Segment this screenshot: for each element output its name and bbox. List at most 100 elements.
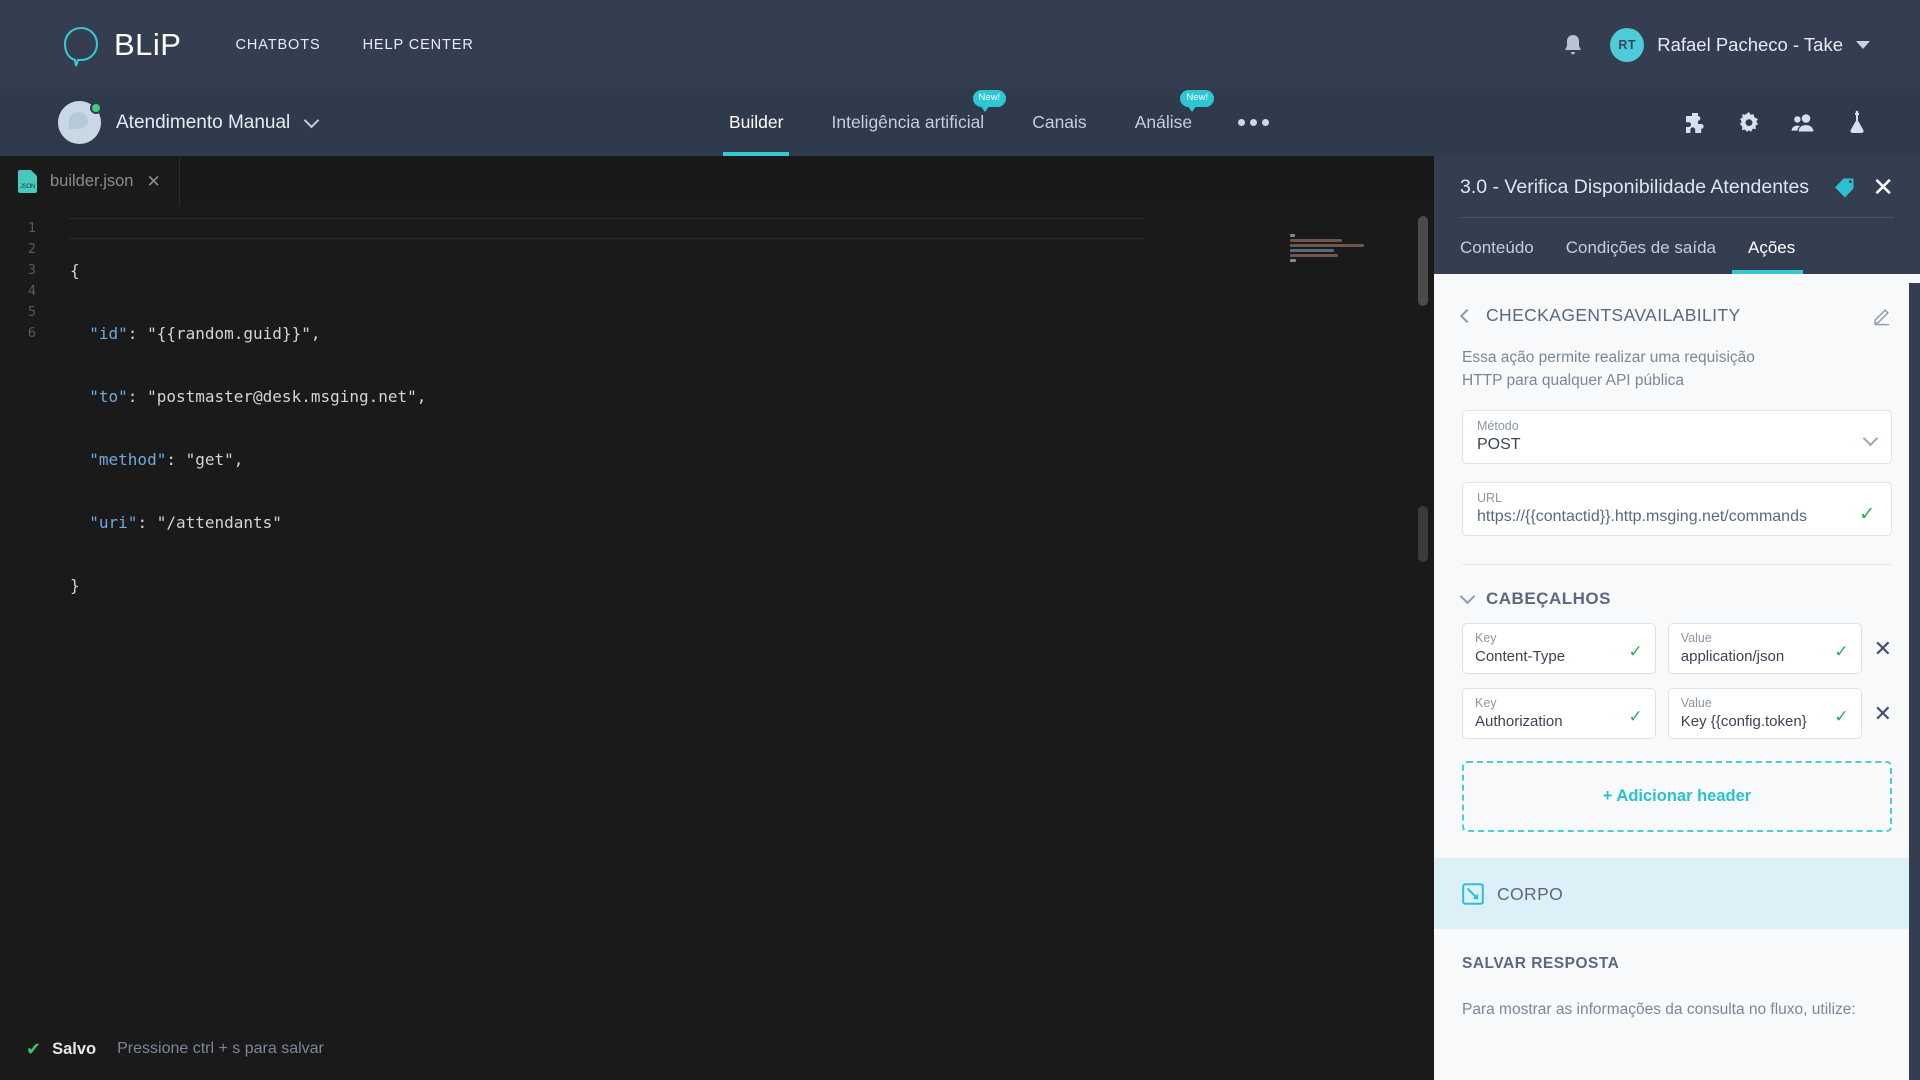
code-line: { bbox=[70, 261, 80, 280]
headers-section-header[interactable]: CABEÇALHOS bbox=[1459, 588, 1892, 609]
brand-logo[interactable]: BLiP bbox=[58, 22, 181, 68]
editor-tab-filename: builder.json bbox=[50, 171, 134, 190]
check-icon: ✓ bbox=[1834, 707, 1849, 726]
nav-chatbots[interactable]: CHATBOTS bbox=[235, 37, 320, 53]
method-select[interactable]: Método POST bbox=[1462, 410, 1892, 464]
tab-canais[interactable]: Canais bbox=[1008, 89, 1110, 156]
blip-balloon-icon bbox=[58, 22, 104, 68]
tab-inteligencia-artificial-label: Inteligência artificial bbox=[831, 112, 985, 132]
gear-icon[interactable] bbox=[1736, 110, 1762, 136]
ellipsis-icon[interactable] bbox=[1216, 119, 1291, 126]
header-value-input[interactable]: Value Key {{config.token} ✓ bbox=[1667, 688, 1862, 739]
line-number: 6 bbox=[27, 325, 36, 341]
action-header: CHECKAGENTSAVAILABILITY bbox=[1459, 305, 1892, 326]
url-input[interactable]: URL https://{{contactid}}.http.msging.ne… bbox=[1462, 482, 1892, 536]
nav-help-center[interactable]: HELP CENTER bbox=[363, 37, 474, 53]
tab-analise-label: Análise bbox=[1134, 112, 1193, 132]
active-line-highlight bbox=[68, 218, 1144, 239]
user-menu[interactable]: RT Rafael Pacheco - Take bbox=[1610, 27, 1870, 62]
new-badge: New! bbox=[972, 90, 1007, 111]
remove-header-button[interactable]: ✕ bbox=[1874, 637, 1892, 660]
tab-conteudo[interactable]: Conteúdo bbox=[1460, 218, 1550, 274]
brand-name: BLiP bbox=[114, 26, 182, 62]
panel-scrollbar[interactable] bbox=[1909, 283, 1920, 1080]
editor-tab-builder-json[interactable]: JSON builder.json ✕ bbox=[0, 156, 180, 206]
bot-bar: Atendimento Manual Builder Inteligência … bbox=[0, 89, 1920, 156]
header-value-value: application/json bbox=[1680, 648, 1785, 665]
save-hint: Pressione ctrl + s para salvar bbox=[117, 1040, 324, 1057]
close-icon[interactable]: ✕ bbox=[146, 173, 160, 190]
avatar: RT bbox=[1610, 27, 1645, 62]
key-label: Key bbox=[1475, 631, 1497, 645]
check-icon: ✔ bbox=[26, 1038, 42, 1059]
tab-builder[interactable]: Builder bbox=[705, 89, 807, 156]
value-label: Value bbox=[1680, 631, 1712, 645]
tab-acoes-label: Ações bbox=[1748, 238, 1796, 257]
editor-tab-strip: JSON builder.json ✕ bbox=[0, 156, 1434, 206]
url-value: https://{{contactid}}.http.msging.net/co… bbox=[1477, 508, 1807, 525]
bot-selector[interactable]: Atendimento Manual bbox=[58, 101, 320, 144]
line-number: 1 bbox=[27, 220, 36, 236]
close-icon[interactable]: ✕ bbox=[1872, 174, 1894, 200]
method-value: POST bbox=[1477, 436, 1521, 453]
node-details-panel: 3.0 - Verifica Disponibilidade Atendente… bbox=[1434, 156, 1920, 1080]
bot-avatar-icon bbox=[58, 101, 102, 144]
tab-conteudo-label: Conteúdo bbox=[1460, 238, 1534, 257]
url-label: URL bbox=[1477, 491, 1503, 505]
editor-status-bar: ✔ Salvo Pressione ctrl + s para salvar bbox=[0, 1018, 1434, 1080]
header-row: Key Authorization ✓ Value Key {{config.t… bbox=[1462, 688, 1892, 739]
key-label: Key bbox=[1475, 696, 1497, 710]
code-line: "to": "postmaster@desk.msging.net", bbox=[89, 387, 427, 406]
add-header-button[interactable]: + Adicionar header bbox=[1462, 761, 1892, 832]
users-icon[interactable] bbox=[1790, 110, 1816, 136]
chevron-left-icon[interactable] bbox=[1459, 308, 1475, 323]
save-response-section: SALVAR RESPOSTA Para mostrar as informaç… bbox=[1434, 929, 1920, 1019]
body-section-title: CORPO bbox=[1497, 883, 1564, 904]
tag-icon[interactable] bbox=[1833, 176, 1856, 198]
user-name: Rafael Pacheco - Take bbox=[1657, 33, 1843, 55]
header-key-input[interactable]: Key Content-Type ✓ bbox=[1462, 623, 1656, 674]
action-description: Essa ação permite realizar uma requisiçã… bbox=[1462, 349, 1755, 389]
tab-inteligencia-artificial[interactable]: Inteligência artificial New! bbox=[807, 89, 1008, 156]
json-file-icon: JSON bbox=[18, 169, 37, 193]
editor-minimap[interactable] bbox=[1290, 206, 1410, 1080]
tab-condicoes-label: Condições de saída bbox=[1565, 238, 1717, 257]
chevron-down-icon bbox=[1459, 588, 1476, 604]
bot-bar-actions bbox=[1682, 110, 1870, 136]
header-value-input[interactable]: Value application/json ✓ bbox=[1667, 623, 1862, 674]
header-key-value: Content-Type bbox=[1475, 648, 1566, 665]
headers-section-title: CABEÇALHOS bbox=[1486, 589, 1611, 608]
top-bar-right: RT Rafael Pacheco - Take bbox=[1562, 27, 1870, 62]
tab-condicoes-de-saida[interactable]: Condições de saída bbox=[1550, 218, 1732, 274]
save-response-description: Para mostrar as informações da consulta … bbox=[1462, 1001, 1856, 1018]
pencil-icon[interactable] bbox=[1872, 306, 1892, 326]
remove-header-button[interactable]: ✕ bbox=[1874, 702, 1892, 725]
tab-acoes[interactable]: Ações bbox=[1732, 218, 1811, 274]
panel-header: 3.0 - Verifica Disponibilidade Atendente… bbox=[1434, 156, 1920, 274]
panel-content: CHECKAGENTSAVAILABILITY Essa ação permit… bbox=[1434, 283, 1920, 1080]
header-row: Key Content-Type ✓ Value application/jso… bbox=[1462, 623, 1892, 674]
value-label: Value bbox=[1680, 696, 1712, 710]
bell-icon[interactable] bbox=[1562, 33, 1584, 57]
code-line: "id": "{{random.guid}}", bbox=[89, 324, 321, 343]
bot-name: Atendimento Manual bbox=[116, 111, 291, 133]
top-nav: CHATBOTS HELP CENTER bbox=[235, 37, 473, 53]
panel-tabs: Conteúdo Condições de saída Ações bbox=[1460, 218, 1894, 274]
line-number: 3 bbox=[27, 262, 36, 278]
body-section-header[interactable]: CORPO bbox=[1434, 858, 1920, 929]
editor-scrollbar-thumb-secondary[interactable] bbox=[1418, 506, 1428, 562]
check-icon: ✓ bbox=[1628, 707, 1643, 726]
puzzle-piece-icon[interactable] bbox=[1682, 110, 1708, 136]
code-line: } bbox=[70, 576, 80, 595]
line-number: 2 bbox=[27, 241, 36, 257]
header-key-input[interactable]: Key Authorization ✓ bbox=[1462, 688, 1656, 739]
editor-scrollbar-thumb[interactable] bbox=[1418, 216, 1428, 306]
tab-analise[interactable]: Análise New! bbox=[1111, 89, 1216, 156]
flask-icon[interactable] bbox=[1844, 110, 1870, 136]
top-bar: BLiP CHATBOTS HELP CENTER RT Rafael Pach… bbox=[0, 0, 1920, 89]
saved-label: Salvo bbox=[52, 1039, 97, 1058]
code-surface[interactable]: 1 2 3 4 5 6 { "id": "{{random.guid}}", "… bbox=[0, 206, 1434, 1080]
action-name: CHECKAGENTSAVAILABILITY bbox=[1486, 305, 1741, 325]
line-number: 5 bbox=[27, 304, 36, 320]
builder-tabs: Builder Inteligência artificial New! Can… bbox=[705, 89, 1291, 156]
